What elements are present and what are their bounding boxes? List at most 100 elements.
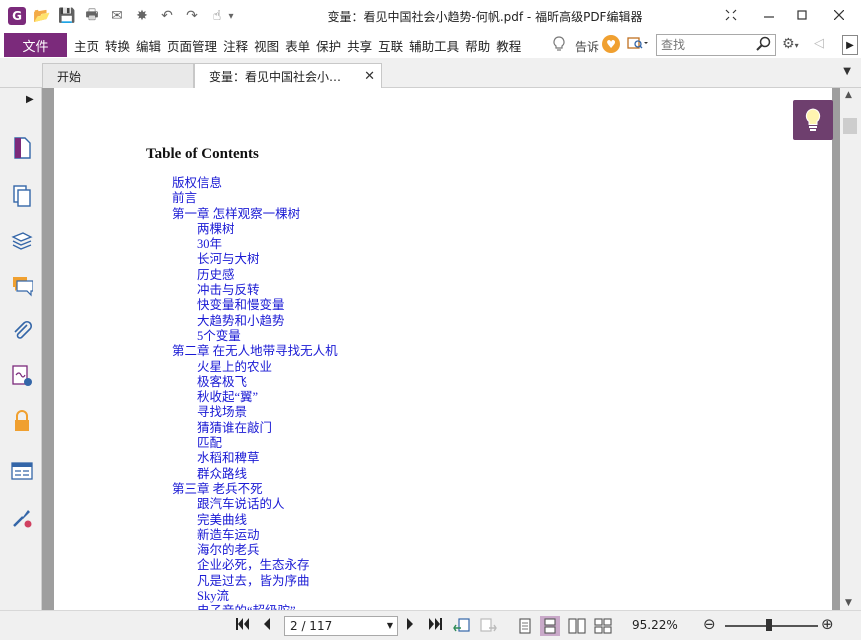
layers-icon[interactable] xyxy=(10,229,34,253)
menu-item-1[interactable]: 转换 xyxy=(104,36,131,55)
attachments-icon[interactable] xyxy=(10,319,34,343)
tab-close-icon[interactable]: ✕ xyxy=(364,69,375,84)
toc-section-link[interactable]: 冲击与反转 xyxy=(54,283,832,298)
toc-chapter-link[interactable]: 第二章 在无人地带寻找无人机 xyxy=(54,344,832,359)
page-number-field[interactable]: 2 / 117 ▼ xyxy=(284,616,398,636)
previous-view-icon[interactable] xyxy=(452,616,472,636)
last-page-icon[interactable] xyxy=(428,617,442,635)
menu-item-2[interactable]: 编辑 xyxy=(135,36,162,55)
toc-section-link[interactable]: 群众路线 xyxy=(54,467,832,482)
menu-item-3[interactable]: 页面管理 xyxy=(166,36,218,55)
menu-item-0[interactable]: 主页 xyxy=(73,36,100,55)
new-icon[interactable]: ✸ xyxy=(133,7,151,25)
app-logo-icon[interactable]: G xyxy=(8,7,26,25)
email-icon[interactable]: ✉ xyxy=(108,7,126,25)
menu-item-6[interactable]: 表单 xyxy=(284,36,311,55)
continuous-facing-view-icon[interactable] xyxy=(593,616,613,636)
toc-chapter-link[interactable]: 前言 xyxy=(54,191,832,206)
toc-section-link[interactable]: 30年 xyxy=(54,237,832,252)
toc-section-link[interactable]: 寻找场景 xyxy=(54,405,832,420)
toc-section-link[interactable]: Sky流 xyxy=(54,589,832,604)
redo-icon[interactable]: ↷ xyxy=(183,7,201,25)
previous-page-icon[interactable] xyxy=(262,617,272,635)
hand-tool-icon[interactable]: ☝ xyxy=(208,7,226,25)
print-icon[interactable]: 🖶 xyxy=(83,7,101,25)
tools-wrench-icon[interactable] xyxy=(10,506,34,530)
toc-section-link[interactable]: 猜猜谁在敲门 xyxy=(54,421,832,436)
minimize-button[interactable] xyxy=(756,6,782,24)
next-page-icon[interactable] xyxy=(405,617,415,635)
tabs-dropdown-icon[interactable]: ▼ xyxy=(843,66,851,77)
menu-item-8[interactable]: 共享 xyxy=(346,36,373,55)
menu-item-11[interactable]: 帮助 xyxy=(464,36,491,55)
scroll-down-icon[interactable]: ▼ xyxy=(845,598,852,608)
toc-chapter-link[interactable]: 版权信息 xyxy=(54,176,832,191)
toc-chapter-link[interactable]: 第一章 怎样观察一棵树 xyxy=(54,207,832,222)
first-page-icon[interactable] xyxy=(236,617,250,635)
form-fields-icon[interactable] xyxy=(10,459,34,483)
zoom-slider-track[interactable] xyxy=(725,625,818,627)
toc-section-link[interactable]: 秋收起“翼” xyxy=(54,390,832,405)
toc-section-link[interactable]: 极客极飞 xyxy=(54,375,832,390)
tip-lightbulb-button[interactable] xyxy=(793,100,833,140)
toc-section-link[interactable]: 大趋势和小趋势 xyxy=(54,314,832,329)
toc-section-link[interactable]: 快变量和慢变量 xyxy=(54,298,832,313)
toc-chapter-link[interactable]: 第三章 老兵不死 xyxy=(54,482,832,497)
scroll-thumb[interactable] xyxy=(843,118,857,134)
pages-icon[interactable] xyxy=(10,184,34,208)
toc-section-link[interactable]: 两棵树 xyxy=(54,222,832,237)
save-icon[interactable]: 💾 xyxy=(58,7,76,25)
zoom-in-icon[interactable]: ⊕ xyxy=(821,615,834,633)
toc-section-link[interactable]: 凡是过去，皆为序曲 xyxy=(54,574,832,589)
document-viewport[interactable]: Table of Contents 版权信息 前言 第一章 怎样观察一棵树 两棵树 30… xyxy=(42,88,840,610)
close-window-button[interactable] xyxy=(826,6,852,24)
open-folder-icon[interactable]: 📂 xyxy=(33,7,51,25)
page-thumbnail-icon[interactable] xyxy=(10,136,34,160)
zoom-out-icon[interactable]: ⊖ xyxy=(703,615,716,633)
facing-view-icon[interactable] xyxy=(567,616,587,636)
menu-item-12[interactable]: 教程 xyxy=(495,36,522,55)
zoom-slider-thumb[interactable] xyxy=(765,619,772,631)
undo-icon[interactable]: ↶ xyxy=(158,7,176,25)
maximize-button[interactable] xyxy=(789,6,815,24)
search-icon[interactable] xyxy=(756,36,772,56)
toc-section-link[interactable]: 长河与大树 xyxy=(54,252,832,267)
scroll-up-icon[interactable]: ▲ xyxy=(845,90,852,100)
toc-section-link[interactable]: 企业必死，生态永存 xyxy=(54,558,832,573)
security-lock-icon[interactable] xyxy=(10,409,34,433)
ribbon-toggle-button[interactable] xyxy=(718,6,744,24)
menu-item-9[interactable]: 互联 xyxy=(377,36,404,55)
ribbon-scroll-right-icon[interactable]: ▶ xyxy=(842,35,858,55)
comments-icon[interactable] xyxy=(10,274,34,298)
favorite-heart-icon[interactable]: ♥ xyxy=(602,35,620,53)
tab-document[interactable]: 变量：看见中国社会小… ✕ xyxy=(194,63,382,89)
toc-section-link[interactable]: 完美曲线 xyxy=(54,513,832,528)
toc-section-link[interactable]: 匹配 xyxy=(54,436,832,451)
tell-me-bulb-icon[interactable] xyxy=(552,36,566,56)
tell-me-label[interactable]: 告诉 xyxy=(575,38,599,55)
menu-item-7[interactable]: 保护 xyxy=(315,36,342,55)
next-view-icon[interactable] xyxy=(478,616,498,636)
menu-item-5[interactable]: 视图 xyxy=(253,36,280,55)
file-menu-button[interactable]: 文件 xyxy=(4,33,67,57)
toc-section-link[interactable]: 跟汽车说话的人 xyxy=(54,497,832,512)
single-page-view-icon[interactable] xyxy=(515,616,535,636)
zoom-level[interactable]: 95.22% xyxy=(632,618,678,632)
panel-expand-icon[interactable]: ▶ xyxy=(26,94,34,105)
find-tool-icon[interactable] xyxy=(627,35,649,55)
tab-start[interactable]: 开始 xyxy=(42,63,194,88)
page-dropdown-icon[interactable]: ▼ xyxy=(387,621,393,630)
settings-gear-icon[interactable]: ⚙▾ xyxy=(782,36,799,52)
menu-item-10[interactable]: 辅助工具 xyxy=(408,36,460,55)
toc-section-link[interactable]: 历史感 xyxy=(54,268,832,283)
toc-section-link[interactable]: 水稻和稗草 xyxy=(54,451,832,466)
ribbon-scroll-left-icon[interactable]: ◁ xyxy=(814,36,824,51)
toc-section-link[interactable]: 新造车运动 xyxy=(54,528,832,543)
toc-section-link[interactable]: 海尔的老兵 xyxy=(54,543,832,558)
vertical-scrollbar[interactable]: ▲ ▼ xyxy=(840,88,861,610)
toc-section-link[interactable]: 火星上的农业 xyxy=(54,360,832,375)
menu-item-4[interactable]: 注释 xyxy=(222,36,249,55)
customize-dropdown-icon[interactable]: ▾ xyxy=(226,7,236,25)
toc-section-link[interactable]: 5个变量 xyxy=(54,329,832,344)
signature-icon[interactable] xyxy=(10,364,34,388)
